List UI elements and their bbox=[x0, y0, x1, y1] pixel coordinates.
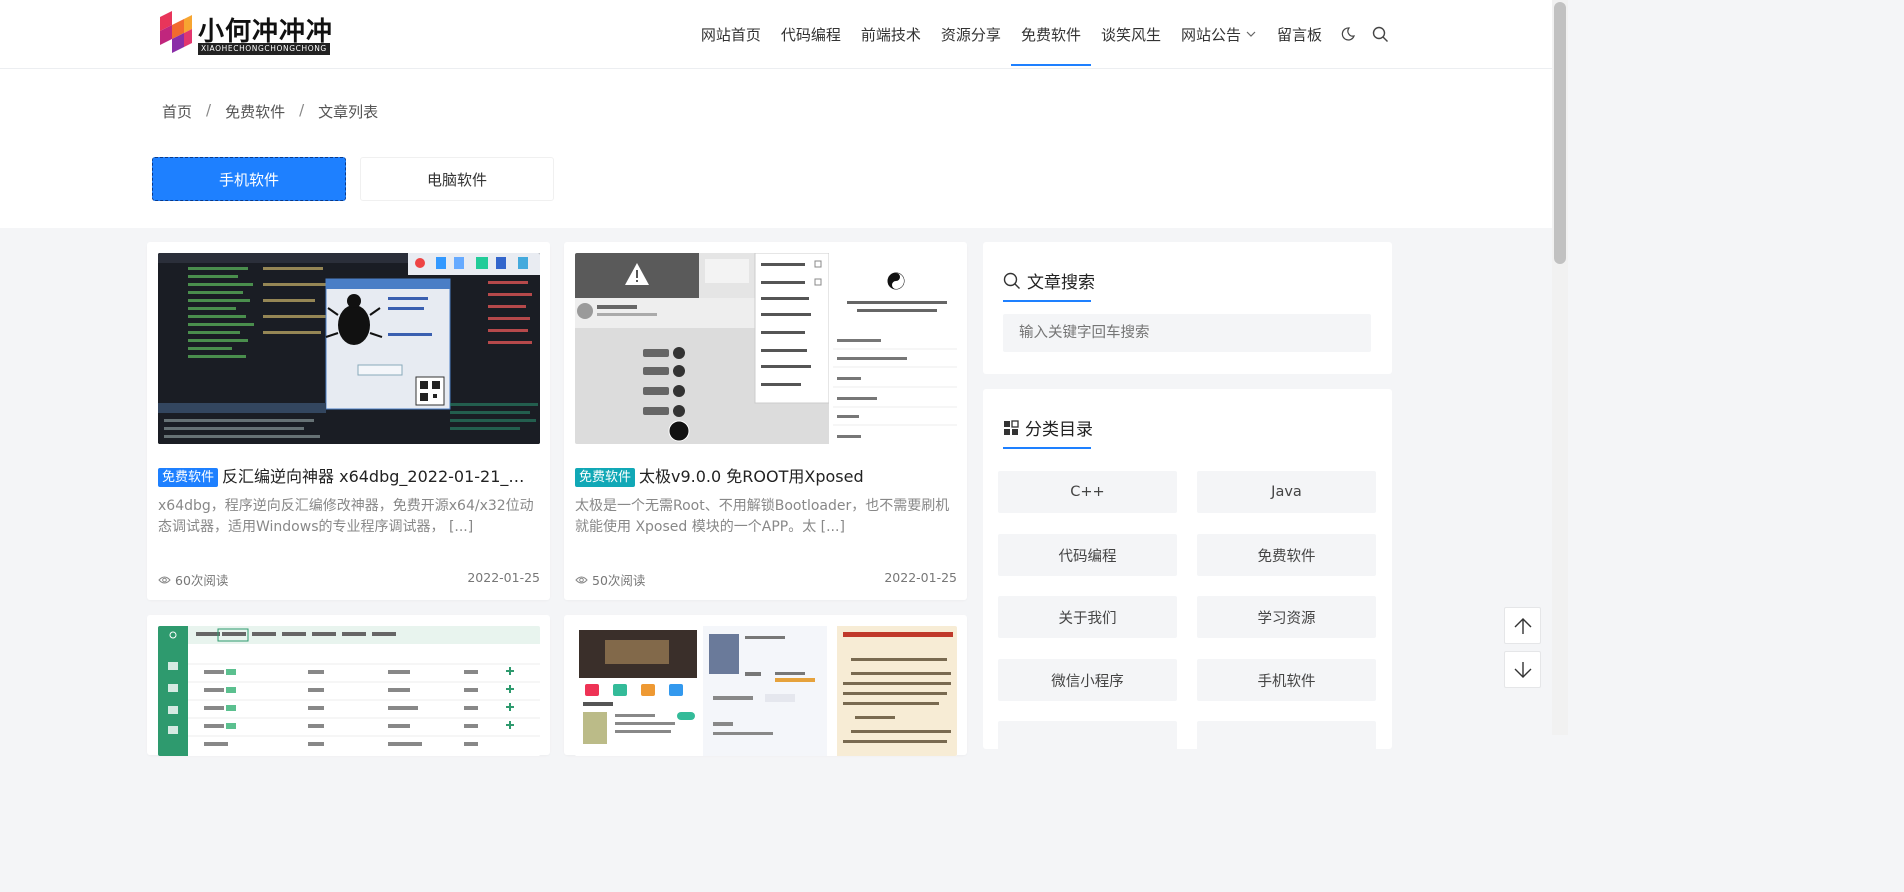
tab-pc-software[interactable]: 电脑软件 bbox=[360, 157, 554, 201]
category-badge[interactable]: 免费软件 bbox=[575, 468, 636, 487]
category-mobile-software[interactable]: 手机软件 bbox=[1197, 659, 1376, 701]
moon-icon[interactable] bbox=[1332, 0, 1364, 68]
logo-subtitle: XIAOHECHONGCHONGCHONG bbox=[198, 43, 330, 55]
view-count-text: 60次阅读 bbox=[175, 573, 229, 588]
article-thumbnail[interactable] bbox=[575, 253, 957, 444]
eye-icon bbox=[158, 576, 171, 584]
article-date: 2022-01-25 bbox=[467, 570, 540, 585]
nav-item-home[interactable]: 网站首页 bbox=[691, 0, 771, 68]
eye-icon bbox=[575, 576, 588, 584]
article-excerpt: 太极是一个无需Root、不用解锁Bootloader，也不需要刷机就能使用 Xp… bbox=[575, 498, 950, 535]
article-meta: 50次阅读 2022-01-25 bbox=[575, 570, 957, 589]
arrow-down-icon bbox=[1514, 661, 1531, 678]
article-thumbnail[interactable] bbox=[158, 253, 540, 444]
article-card[interactable]: 免费软件 太极v9.0.0 免ROOT用Xposed 太极是一个无需Root、不用… bbox=[564, 242, 967, 600]
categories-widget: 分类目录 C++ Java 代码编程 免费软件 关于我们 学习资源 微信小程序 … bbox=[983, 389, 1392, 763]
article-date: 2022-01-25 bbox=[884, 570, 957, 585]
arrow-up-icon bbox=[1514, 617, 1531, 634]
logo-mark-icon bbox=[160, 11, 192, 53]
category-free-software[interactable]: 免费软件 bbox=[1197, 534, 1376, 576]
category-learning[interactable]: 学习资源 bbox=[1197, 596, 1376, 638]
title-underline bbox=[1003, 447, 1091, 449]
category-about[interactable]: 关于我们 bbox=[998, 596, 1177, 638]
nav-item-announcements-label: 网站公告 bbox=[1180, 25, 1241, 44]
article-meta: 60次阅读 2022-01-25 bbox=[158, 570, 540, 589]
view-count-text: 50次阅读 bbox=[592, 573, 646, 588]
category-badge[interactable]: 免费软件 bbox=[158, 468, 219, 487]
nav-item-frontend[interactable]: 前端技术 bbox=[851, 0, 931, 68]
search-icon bbox=[1003, 272, 1020, 289]
taichi-app-screenshot-image bbox=[575, 253, 957, 444]
nav-item-resources[interactable]: 资源分享 bbox=[931, 0, 1011, 68]
nav-item-code[interactable]: 代码编程 bbox=[771, 0, 851, 68]
category-java[interactable]: Java bbox=[1197, 471, 1376, 513]
article-title-text[interactable]: 反汇编逆向神器 x64dbg_2022-01-21_中文绿色版 bbox=[222, 467, 540, 486]
breadcrumb-current: 文章列表 bbox=[318, 103, 379, 121]
article-title[interactable]: 免费软件 太极v9.0.0 免ROOT用Xposed bbox=[575, 463, 957, 487]
novel-app-screenshot-image bbox=[575, 626, 957, 756]
search-icon[interactable] bbox=[1364, 0, 1396, 68]
category-cpp[interactable]: C++ bbox=[998, 471, 1177, 513]
breadcrumb-category[interactable]: 免费软件 bbox=[225, 101, 285, 122]
main-nav: 网站首页 代码编程 前端技术 资源分享 免费软件 谈笑风生 网站公告 留言板 bbox=[691, 0, 1396, 68]
article-thumbnail[interactable] bbox=[575, 626, 957, 756]
categories-widget-title-text: 分类目录 bbox=[1025, 420, 1093, 440]
category-code[interactable]: 代码编程 bbox=[998, 534, 1177, 576]
breadcrumb: 首页 / 免费软件 / 文章列表 bbox=[162, 101, 378, 122]
nav-item-chat[interactable]: 谈笑风生 bbox=[1091, 0, 1171, 68]
scroll-top-button[interactable] bbox=[1504, 607, 1541, 644]
search-input[interactable] bbox=[1003, 314, 1371, 352]
category-item[interactable] bbox=[998, 721, 1177, 763]
site-header: 小何冲冲冲 XIAOHECHONGCHONGCHONG 网站首页 代码编程 前端… bbox=[0, 0, 1552, 69]
article-title[interactable]: 免费软件反汇编逆向神器 x64dbg_2022-01-21_中文绿色版 bbox=[158, 463, 540, 487]
nav-item-guestbook[interactable]: 留言板 bbox=[1267, 0, 1332, 68]
breadcrumb-separator: / bbox=[206, 101, 212, 119]
view-count: 50次阅读 bbox=[575, 570, 645, 589]
category-header: 首页 / 免费软件 / 文章列表 手机软件 电脑软件 bbox=[0, 69, 1552, 228]
tab-mobile-software[interactable]: 手机软件 bbox=[152, 157, 346, 201]
nav-item-announcements[interactable]: 网站公告 bbox=[1171, 0, 1267, 68]
article-card[interactable] bbox=[147, 615, 550, 756]
scrollbar-thumb[interactable] bbox=[1554, 2, 1566, 264]
article-excerpt: x64dbg，程序逆向反汇编修改神器，免费开源x64/x32位动态调试器，适用W… bbox=[158, 498, 534, 535]
category-mini-program[interactable]: 微信小程序 bbox=[998, 659, 1177, 701]
category-item[interactable] bbox=[1197, 721, 1376, 763]
grid-icon bbox=[1004, 419, 1019, 435]
chevron-down-icon bbox=[1246, 31, 1256, 37]
search-widget-title-text: 文章搜索 bbox=[1027, 273, 1095, 293]
search-widget-title: 文章搜索 bbox=[1003, 268, 1095, 302]
view-count: 60次阅读 bbox=[158, 570, 228, 589]
title-underline bbox=[1003, 300, 1091, 302]
site-logo[interactable]: 小何冲冲冲 XIAOHECHONGCHONGCHONG bbox=[158, 9, 338, 57]
article-thumbnail[interactable] bbox=[158, 626, 540, 756]
article-card[interactable] bbox=[564, 615, 967, 756]
article-card[interactable]: 免费软件反汇编逆向神器 x64dbg_2022-01-21_中文绿色版 x64d… bbox=[147, 242, 550, 600]
article-title-text[interactable]: 太极v9.0.0 免ROOT用Xposed bbox=[639, 467, 864, 486]
scroll-bottom-button[interactable] bbox=[1504, 651, 1541, 688]
breadcrumb-home[interactable]: 首页 bbox=[162, 101, 192, 122]
nav-item-free-software[interactable]: 免费软件 bbox=[1010, 0, 1091, 68]
search-widget: 文章搜索 bbox=[983, 242, 1392, 374]
debugger-screenshot-image bbox=[158, 253, 540, 444]
categories-widget-title: 分类目录 bbox=[1003, 415, 1093, 449]
music-app-screenshot-image bbox=[158, 626, 540, 756]
breadcrumb-separator: / bbox=[299, 101, 305, 119]
